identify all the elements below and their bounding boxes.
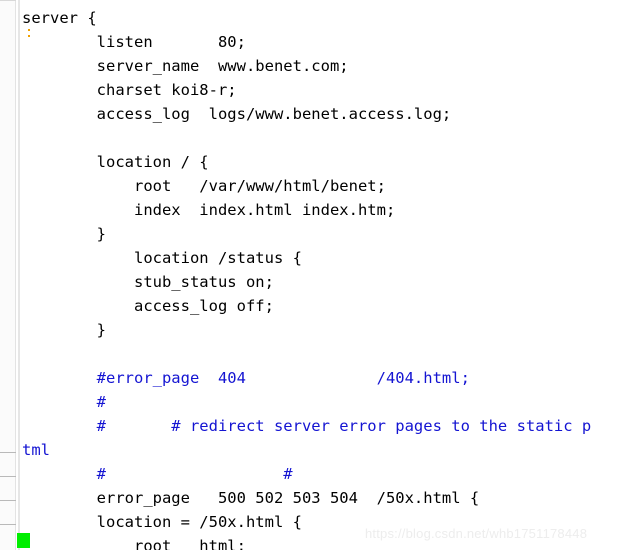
code-line-text: stub_status on; (22, 273, 274, 291)
code-line[interactable]: error_page 500 502 503 504 /50x.html { (22, 486, 634, 510)
code-line[interactable]: root /var/www/html/benet; (22, 174, 634, 198)
code-line[interactable]: #error_page 404 /404.html; (22, 366, 634, 390)
code-line-text: root /var/www/html/benet; (22, 177, 386, 195)
code-line[interactable]: listen 80; (22, 30, 634, 54)
code-line-text: location = /50x.html { (22, 513, 302, 531)
code-line[interactable]: index index.html index.htm; (22, 198, 634, 222)
gutter-divider (0, 476, 16, 477)
code-editor-window: server { listen 80; server_name www.bene… (0, 0, 634, 550)
code-line-text: root html; (22, 537, 246, 550)
code-line[interactable]: # # redirect server error pages to the s… (22, 414, 634, 438)
code-line[interactable]: access_log off; (22, 294, 634, 318)
code-line-text: server { (22, 9, 97, 27)
code-line[interactable]: stub_status on; (22, 270, 634, 294)
code-text-area[interactable]: server { listen 80; server_name www.bene… (22, 6, 634, 550)
code-line-text: # (22, 393, 106, 411)
code-line-text: # # redirect server error pages to the s… (22, 417, 592, 435)
code-line[interactable]: access_log logs/www.benet.access.log; (22, 102, 634, 126)
code-line[interactable] (22, 126, 634, 150)
code-line-text: location / { (22, 153, 209, 171)
code-line-text: tml (22, 441, 50, 459)
code-line[interactable]: server_name www.benet.com; (22, 54, 634, 78)
code-line[interactable]: server { (22, 6, 634, 30)
code-line-text: server_name www.benet.com; (22, 57, 349, 75)
gutter-top-rule (0, 0, 16, 1)
code-line-text: } (22, 321, 106, 339)
code-line[interactable]: charset koi8-r; (22, 78, 634, 102)
code-line-text: location /status { (22, 249, 302, 267)
code-line-text: } (22, 225, 106, 243)
code-line[interactable]: # (22, 390, 634, 414)
code-line-text: access_log off; (22, 297, 274, 315)
code-line[interactable]: tml (22, 438, 634, 462)
gutter-divider (0, 500, 16, 501)
code-line[interactable]: location / { (22, 150, 634, 174)
gutter-divider (0, 524, 16, 525)
code-line-text: error_page 500 502 503 504 /50x.html { (22, 489, 480, 507)
code-line-text: #error_page 404 /404.html; (22, 369, 470, 387)
code-line-text: # # (22, 465, 293, 483)
code-line[interactable]: } (22, 318, 634, 342)
code-line[interactable] (22, 342, 634, 366)
watermark-text: https://blog.csdn.net/whb1751178448 (365, 526, 588, 541)
code-line-text: index index.html index.htm; (22, 201, 396, 219)
code-fold-rule (18, 0, 20, 550)
code-line-text: listen 80; (22, 33, 246, 51)
code-line[interactable]: location /status { (22, 246, 634, 270)
editor-gutter[interactable] (0, 0, 16, 550)
code-line[interactable]: # # (22, 462, 634, 486)
code-line-text: charset koi8-r; (22, 81, 237, 99)
code-line[interactable]: } (22, 222, 634, 246)
code-line-text: access_log logs/www.benet.access.log; (22, 105, 452, 123)
gutter-divider (0, 452, 16, 453)
